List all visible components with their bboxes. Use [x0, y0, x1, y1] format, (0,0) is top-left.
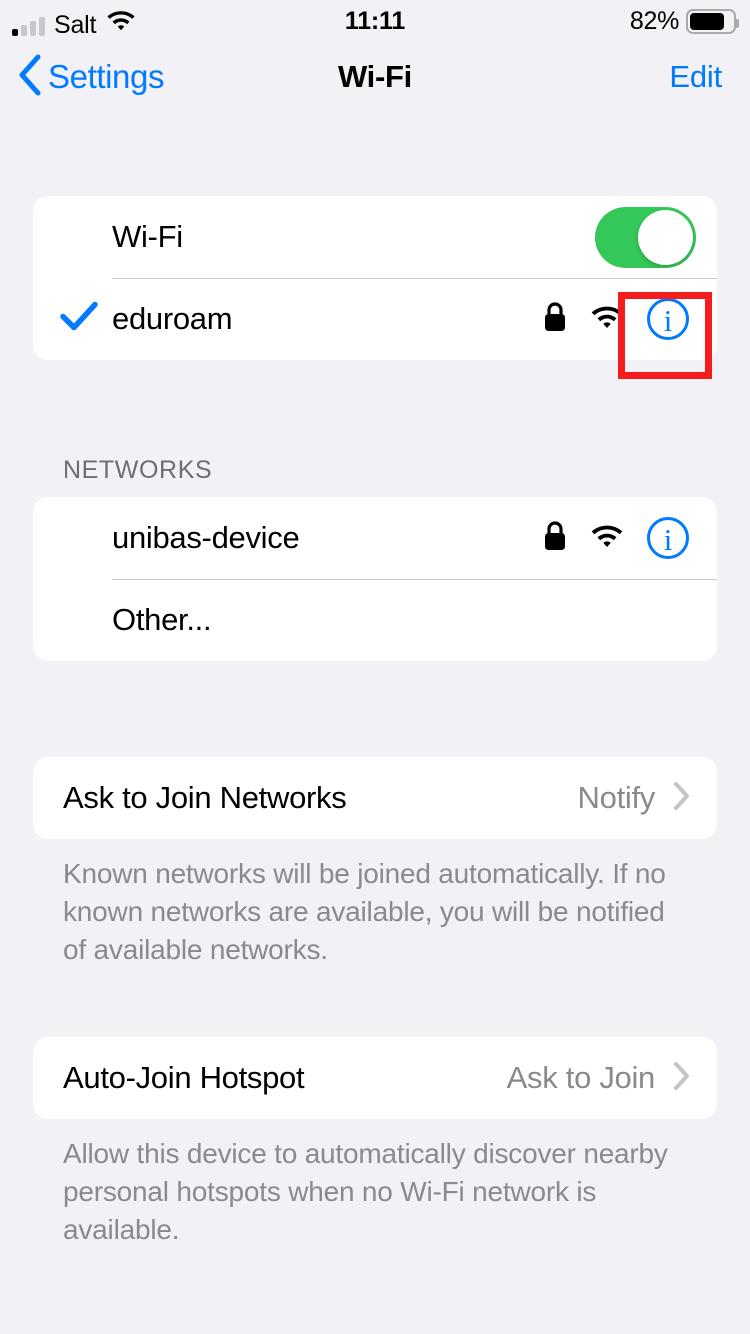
wifi-toggle-switch[interactable] [595, 206, 696, 268]
ask-to-join-card: Ask to Join Networks Notify [33, 757, 717, 839]
other-network-row[interactable]: Other... [33, 579, 717, 661]
wifi-signal-icon [589, 522, 625, 554]
chevron-right-icon [673, 781, 691, 816]
page-title: Wi-Fi [338, 59, 412, 94]
ask-to-join-label: Ask to Join Networks [63, 780, 347, 815]
checkmark-icon [60, 301, 98, 337]
auto-join-hotspot-card: Auto-Join Hotspot Ask to Join [33, 1037, 717, 1119]
auto-join-hotspot-footnote: Allow this device to automatically disco… [63, 1138, 668, 1245]
ask-to-join-row[interactable]: Ask to Join Networks Notify [33, 757, 717, 839]
lock-icon [543, 301, 567, 338]
unibas-device-info-button[interactable]: i [647, 517, 689, 559]
chevron-right-icon [673, 1061, 691, 1096]
auto-join-hotspot-row[interactable]: Auto-Join Hotspot Ask to Join [33, 1037, 717, 1119]
ask-to-join-value: Notify [577, 780, 656, 815]
networks-card: unibas-device i Other... [33, 497, 717, 661]
connected-network-icons: i [543, 298, 717, 340]
auto-join-hotspot-label: Auto-Join Hotspot [63, 1060, 305, 1095]
edit-button[interactable]: Edit [669, 46, 722, 108]
status-bar-right: 82% [629, 7, 739, 35]
settings-content: Wi-Fi eduroam i NETWORKS unibas-device i… [0, 108, 750, 1249]
auto-join-hotspot-value: Ask to Join [506, 1060, 656, 1095]
battery-icon [686, 8, 739, 34]
eduroam-info-button[interactable]: i [647, 298, 689, 340]
wifi-toggle-label: Wi-Fi [112, 219, 183, 254]
battery-percentage: 82% [629, 7, 679, 35]
network-row-icons: i [543, 517, 717, 559]
info-icon-label: i [663, 302, 673, 338]
networks-section-header: NETWORKS [63, 456, 213, 484]
navigation-bar: Settings Wi-Fi Edit [0, 46, 750, 108]
network-row-unibas-device[interactable]: unibas-device i [33, 497, 717, 579]
status-bar: Salt 11:11 82% [0, 0, 750, 46]
other-network-label: Other... [112, 602, 212, 637]
network-name: unibas-device [112, 520, 300, 555]
info-icon-label: i [663, 521, 673, 557]
wifi-toggle-row[interactable]: Wi-Fi [33, 196, 717, 278]
lock-icon [543, 520, 567, 557]
connected-network-row[interactable]: eduroam i [33, 278, 717, 360]
wifi-signal-icon [589, 303, 625, 335]
wifi-toggle-knob [638, 209, 693, 265]
ask-to-join-footnote: Known networks will be joined automatica… [63, 858, 666, 965]
wifi-toggle-card: Wi-Fi eduroam i [33, 196, 717, 360]
